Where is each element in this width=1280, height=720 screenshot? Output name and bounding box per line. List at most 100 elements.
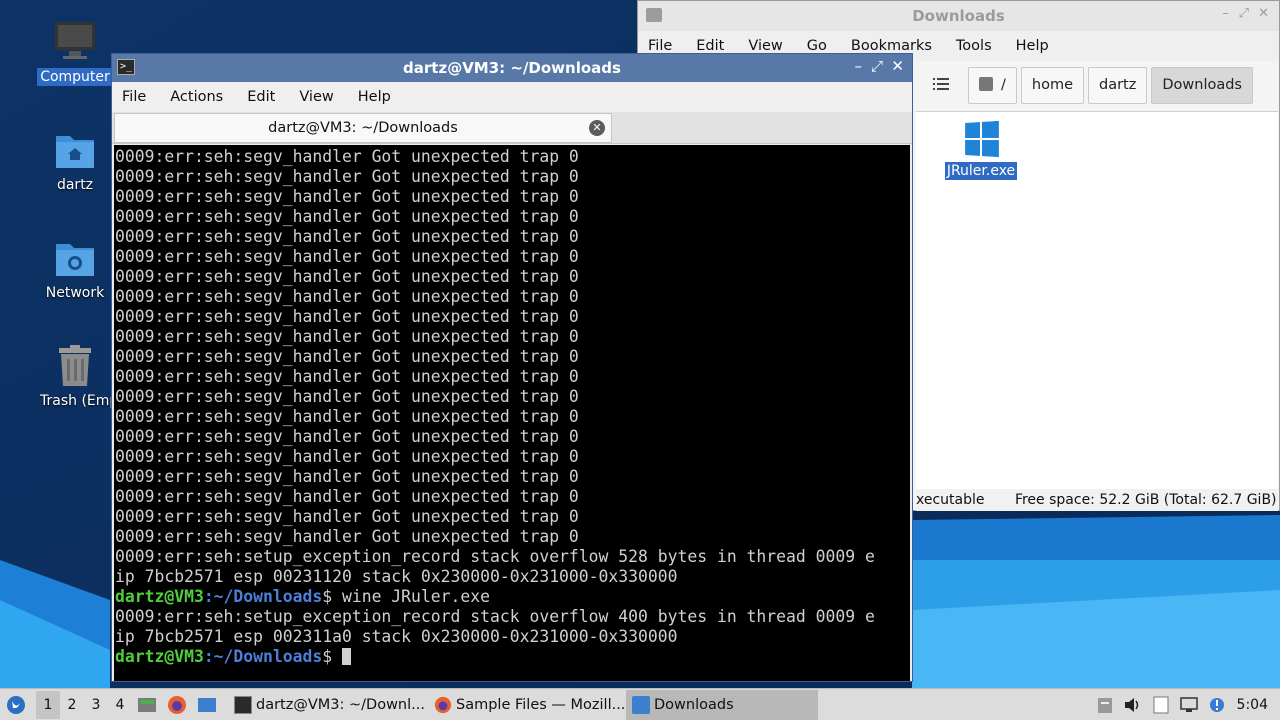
terminal-window[interactable]: >_ dartz@VM3: ~/Downloads – ⤢ ✕ File Act… <box>111 53 913 682</box>
terminal-output[interactable]: 0009:err:seh:segv_handler Got unexpected… <box>114 145 910 681</box>
terminal-output-line: 0009:err:seh:segv_handler Got unexpected… <box>115 347 910 367</box>
prompt-user: dartz@VM3 <box>115 647 204 666</box>
menu-tools[interactable]: Tools <box>956 38 992 54</box>
terminal-tab[interactable]: dartz@VM3: ~/Downloads ✕ <box>114 113 612 143</box>
terminal-prompt-line: dartz@VM3:~/Downloads$ <box>115 647 910 667</box>
maximize-icon[interactable]: ⤢ <box>871 57 883 75</box>
taskbar: 1 2 3 4 dartz@VM3: ~/Downl... Sample Fil… <box>0 688 1280 720</box>
line-text: $ wine JRuler.exe <box>322 587 490 606</box>
maximize-icon[interactable]: ⤢ <box>1239 6 1249 21</box>
tab-label: dartz@VM3: ~/Downloads <box>268 120 458 136</box>
desktop-icon-home[interactable]: dartz <box>37 128 113 194</box>
line-text: ip 7bcb2571 esp 00231120 stack 0x230000-… <box>115 567 678 586</box>
terminal-output-line: ip 7bcb2571 esp 002311a0 stack 0x230000-… <box>115 627 910 647</box>
terminal-output-line: 0009:err:seh:setup_exception_record stac… <box>115 547 910 567</box>
menu-help[interactable]: Help <box>358 89 391 105</box>
desktop-icon-label: Network <box>45 285 105 301</box>
network-icon[interactable] <box>1178 694 1200 716</box>
trash-icon <box>53 344 97 388</box>
terminal-output-line: 0009:err:seh:segv_handler Got unexpected… <box>115 167 910 187</box>
terminal-tabbar: dartz@VM3: ~/Downloads ✕ <box>112 112 912 144</box>
terminal-output-line: 0009:err:seh:segv_handler Got unexpected… <box>115 527 910 547</box>
terminal-output-line: 0009:err:seh:segv_handler Got unexpected… <box>115 147 910 167</box>
line-text: 0009:err:seh:segv_handler Got unexpected… <box>115 507 579 526</box>
workspace-4[interactable]: 4 <box>108 697 132 713</box>
line-text: 0009:err:seh:segv_handler Got unexpected… <box>115 347 579 366</box>
workspace-1[interactable]: 1 <box>36 690 60 719</box>
start-menu-icon[interactable] <box>4 693 28 717</box>
desktop-icon-label: dartz <box>56 177 94 193</box>
line-text: 0009:err:seh:segv_handler Got unexpected… <box>115 207 579 226</box>
window-title: Downloads <box>912 7 1005 25</box>
show-desktop-icon[interactable] <box>135 693 159 717</box>
terminal-output-line: 0009:err:seh:setup_exception_record stac… <box>115 607 910 627</box>
breadcrumb-downloads[interactable]: Downloads <box>1151 67 1253 104</box>
clock[interactable]: 5:04 <box>1237 697 1268 713</box>
desktop-icon-trash[interactable]: Trash (Empty) <box>37 344 138 410</box>
tab-close-icon[interactable]: ✕ <box>589 120 605 136</box>
task-terminal[interactable]: dartz@VM3: ~/Downl... <box>228 690 426 720</box>
file-manager-titlebar[interactable]: Downloads – ⤢ ✕ <box>638 1 1279 31</box>
terminal-output-line: 0009:err:seh:segv_handler Got unexpected… <box>115 407 910 427</box>
terminal-menubar: File Actions Edit View Help <box>112 82 912 112</box>
line-text: 0009:err:seh:segv_handler Got unexpected… <box>115 487 579 506</box>
line-text: 0009:err:seh:segv_handler Got unexpected… <box>115 187 579 206</box>
terminal-output-line: 0009:err:seh:segv_handler Got unexpected… <box>115 487 910 507</box>
line-text: 0009:err:seh:segv_handler Got unexpected… <box>115 387 579 406</box>
close-icon[interactable]: ✕ <box>891 57 904 75</box>
firefox-launcher-icon[interactable] <box>165 693 189 717</box>
drive-icon <box>979 77 993 91</box>
breadcrumb-root[interactable]: / <box>968 67 1017 104</box>
menu-file[interactable]: File <box>122 89 146 105</box>
prompt-user: dartz@VM3 <box>115 587 204 606</box>
line-text: 0009:err:seh:segv_handler Got unexpected… <box>115 287 579 306</box>
update-notification-icon[interactable] <box>1206 694 1228 716</box>
desktop-icon-computer[interactable]: Computer <box>37 20 113 86</box>
terminal-output-line: 0009:err:seh:segv_handler Got unexpected… <box>115 447 910 467</box>
terminal-output-line: 0009:err:seh:segv_handler Got unexpected… <box>115 367 910 387</box>
menu-view[interactable]: View <box>299 89 333 105</box>
list-view-icon[interactable] <box>932 75 950 95</box>
desktop-icon-network[interactable]: Network <box>37 236 113 302</box>
windows-exe-icon <box>965 120 999 158</box>
menu-go[interactable]: Go <box>807 38 827 54</box>
close-icon[interactable]: ✕ <box>1258 6 1269 21</box>
menu-help[interactable]: Help <box>1016 38 1049 54</box>
volume-icon[interactable] <box>1122 694 1144 716</box>
line-text: ip 7bcb2571 esp 002311a0 stack 0x230000-… <box>115 627 678 646</box>
menu-file[interactable]: File <box>648 38 672 54</box>
minimize-icon[interactable]: – <box>1223 6 1230 21</box>
minimize-icon[interactable]: – <box>855 57 863 75</box>
breadcrumb-dartz[interactable]: dartz <box>1088 67 1148 104</box>
menu-edit[interactable]: Edit <box>247 89 275 105</box>
network-folder-icon <box>53 236 97 280</box>
terminal-output-line: 0009:err:seh:segv_handler Got unexpected… <box>115 267 910 287</box>
menu-actions[interactable]: Actions <box>170 89 223 105</box>
file-item-jruler[interactable]: JRuler.exe <box>944 120 1018 180</box>
terminal-output-line: 0009:err:seh:segv_handler Got unexpected… <box>115 507 910 527</box>
desktop-icon-label: Computer <box>37 68 113 86</box>
clipboard-icon[interactable] <box>1094 694 1116 716</box>
file-manager-launcher-icon[interactable] <box>195 693 219 717</box>
line-text: 0009:err:seh:segv_handler Got unexpected… <box>115 467 579 486</box>
workspace-3[interactable]: 3 <box>84 697 108 713</box>
notes-icon[interactable] <box>1150 694 1172 716</box>
menu-bookmarks[interactable]: Bookmarks <box>851 38 932 54</box>
line-text: 0009:err:seh:segv_handler Got unexpected… <box>115 267 579 286</box>
file-list[interactable]: JRuler.exe <box>916 111 1278 489</box>
menu-edit[interactable]: Edit <box>696 38 724 54</box>
terminal-output-line: 0009:err:seh:segv_handler Got unexpected… <box>115 207 910 227</box>
menu-view[interactable]: View <box>748 38 782 54</box>
line-text: $ <box>322 647 342 666</box>
window-title: dartz@VM3: ~/Downloads <box>403 59 621 77</box>
terminal-output-line: 0009:err:seh:segv_handler Got unexpected… <box>115 247 910 267</box>
terminal-output-line: ip 7bcb2571 esp 00231120 stack 0x230000-… <box>115 567 910 587</box>
breadcrumb-home[interactable]: home <box>1020 67 1084 104</box>
terminal-output-line: 0009:err:seh:segv_handler Got unexpected… <box>115 227 910 247</box>
task-firefox[interactable]: Sample Files — Mozill... <box>428 690 624 720</box>
terminal-titlebar[interactable]: >_ dartz@VM3: ~/Downloads – ⤢ ✕ <box>112 54 912 82</box>
workspace-2[interactable]: 2 <box>60 697 84 713</box>
line-text: 0009:err:seh:segv_handler Got unexpected… <box>115 147 579 166</box>
task-downloads[interactable]: Downloads <box>626 689 818 720</box>
line-text: 0009:err:seh:setup_exception_record stac… <box>115 547 875 566</box>
